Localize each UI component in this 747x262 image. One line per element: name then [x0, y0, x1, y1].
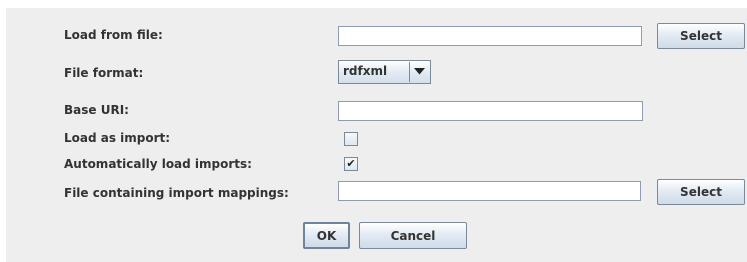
chevron-down-icon[interactable] [409, 62, 429, 82]
ok-button[interactable]: OK [303, 222, 350, 249]
base-uri-label: Base URI: [64, 103, 129, 117]
cancel-button[interactable]: Cancel [359, 222, 467, 249]
load-from-file-input[interactable] [338, 26, 642, 46]
file-format-selected-value: rdfxml [343, 64, 388, 78]
file-format-select[interactable]: rdfxml [338, 60, 431, 84]
import-mappings-select-button[interactable]: Select [657, 179, 745, 205]
base-uri-input[interactable] [338, 101, 643, 121]
import-mappings-label: File containing import mappings: [64, 186, 289, 200]
auto-load-imports-label: Automatically load imports: [64, 157, 252, 171]
check-icon: ✔ [346, 157, 356, 170]
load-from-file-select-button[interactable]: Select [657, 23, 745, 49]
load-from-file-label: Load from file: [64, 28, 163, 42]
load-as-import-checkbox[interactable] [344, 132, 358, 146]
auto-load-imports-checkbox[interactable]: ✔ [344, 157, 358, 171]
import-mappings-input[interactable] [338, 181, 641, 201]
file-format-label: File format: [64, 66, 144, 80]
load-as-import-label: Load as import: [64, 131, 171, 145]
